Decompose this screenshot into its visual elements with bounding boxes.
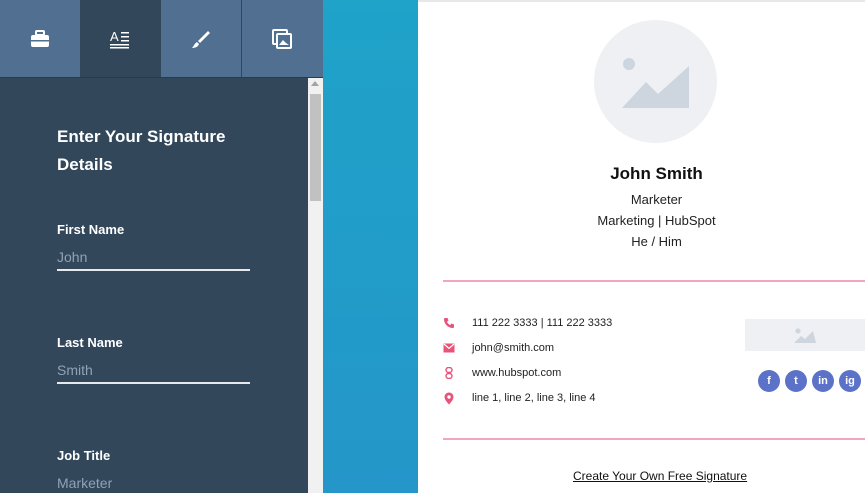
company-logo-placeholder bbox=[745, 319, 865, 351]
scroll-thumb[interactable] bbox=[310, 94, 321, 201]
form-title: Enter Your Signature Details bbox=[57, 127, 226, 174]
contact-phone-row: 111 222 3333 | 111 222 3333 bbox=[442, 314, 612, 332]
facebook-icon[interactable]: f bbox=[758, 370, 780, 392]
tab-images[interactable] bbox=[241, 0, 323, 77]
contact-website-row: www.hubspot.com bbox=[442, 364, 561, 382]
scroll-up-arrow-icon[interactable] bbox=[311, 81, 319, 86]
editor-tabbar: A bbox=[0, 0, 323, 78]
website-text[interactable]: www.hubspot.com bbox=[472, 367, 561, 379]
last-name-label: Last Name bbox=[57, 335, 123, 350]
link-icon bbox=[442, 366, 456, 380]
twitter-icon[interactable]: t bbox=[785, 370, 807, 392]
top-divider bbox=[443, 280, 865, 282]
text-format-icon: A bbox=[110, 29, 130, 48]
first-name-label: First Name bbox=[57, 222, 125, 237]
profile-photo-placeholder bbox=[594, 20, 717, 143]
instagram-icon[interactable]: ig bbox=[839, 370, 861, 392]
create-signature-link[interactable]: Create Your Own Free Signature bbox=[573, 469, 747, 483]
image-placeholder-icon bbox=[622, 58, 689, 108]
image-copy-icon bbox=[272, 28, 293, 49]
contact-email-row: john@smith.com bbox=[442, 339, 554, 357]
first-name-input[interactable] bbox=[57, 245, 250, 271]
email-text[interactable]: john@smith.com bbox=[472, 342, 554, 354]
bottom-divider bbox=[443, 438, 865, 440]
signature-pronouns: He / Him bbox=[631, 234, 682, 249]
phone-text: 111 222 3333 | 111 222 3333 bbox=[472, 317, 613, 329]
phone-icon bbox=[442, 316, 456, 330]
signature-preview: John Smith Marketer Marketing | HubSpot … bbox=[418, 0, 865, 493]
linkedin-icon[interactable]: in bbox=[812, 370, 834, 392]
brush-icon bbox=[191, 30, 210, 48]
image-placeholder-icon bbox=[794, 328, 816, 343]
tab-details[interactable]: A bbox=[80, 0, 160, 77]
location-pin-icon bbox=[442, 391, 456, 405]
form-scrollbar[interactable] bbox=[308, 78, 323, 493]
editor-panel: A Enter Your Signature Details First Nam… bbox=[0, 0, 323, 493]
signature-job-title: Marketer bbox=[630, 192, 683, 207]
contact-address-row: line 1, line 2, line 3, line 4 bbox=[442, 389, 596, 407]
job-title-input[interactable] bbox=[57, 471, 250, 493]
job-title-label: Job Title bbox=[57, 448, 111, 463]
email-icon bbox=[442, 341, 456, 355]
signature-department-company: Marketing | HubSpot bbox=[597, 213, 716, 228]
signature-details-form: Enter Your Signature Details First Name … bbox=[0, 78, 308, 493]
svg-text:A: A bbox=[110, 29, 119, 44]
tab-styles[interactable] bbox=[161, 0, 241, 77]
last-name-input[interactable] bbox=[57, 358, 250, 384]
social-links: f t in ig bbox=[758, 370, 865, 392]
tab-templates[interactable] bbox=[0, 0, 80, 77]
signature-name: John Smith bbox=[610, 164, 703, 183]
briefcase-icon bbox=[30, 29, 49, 47]
background-strip bbox=[323, 0, 418, 493]
address-text: line 1, line 2, line 3, line 4 bbox=[472, 392, 596, 404]
